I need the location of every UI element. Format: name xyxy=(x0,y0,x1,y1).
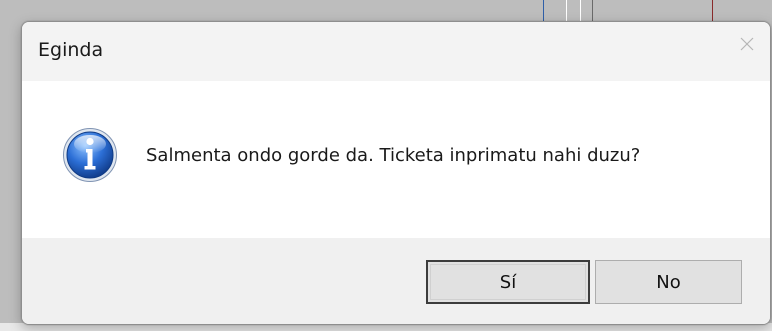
no-button[interactable]: No xyxy=(595,260,742,304)
message-dialog: Eginda Salmenta ondo gorde da. Ticketa i… xyxy=(21,21,771,325)
information-icon xyxy=(62,127,118,183)
dialog-footer: Sí No xyxy=(22,238,770,324)
close-icon xyxy=(739,36,755,52)
dialog-message: Salmenta ondo gorde da. Ticketa inprimat… xyxy=(146,145,641,166)
dialog-titlebar[interactable]: Eginda xyxy=(22,22,770,81)
close-button[interactable] xyxy=(724,22,770,66)
dialog-title: Eginda xyxy=(38,39,104,61)
dialog-content: Salmenta ondo gorde da. Ticketa inprimat… xyxy=(22,81,770,238)
yes-button[interactable]: Sí xyxy=(426,260,590,304)
